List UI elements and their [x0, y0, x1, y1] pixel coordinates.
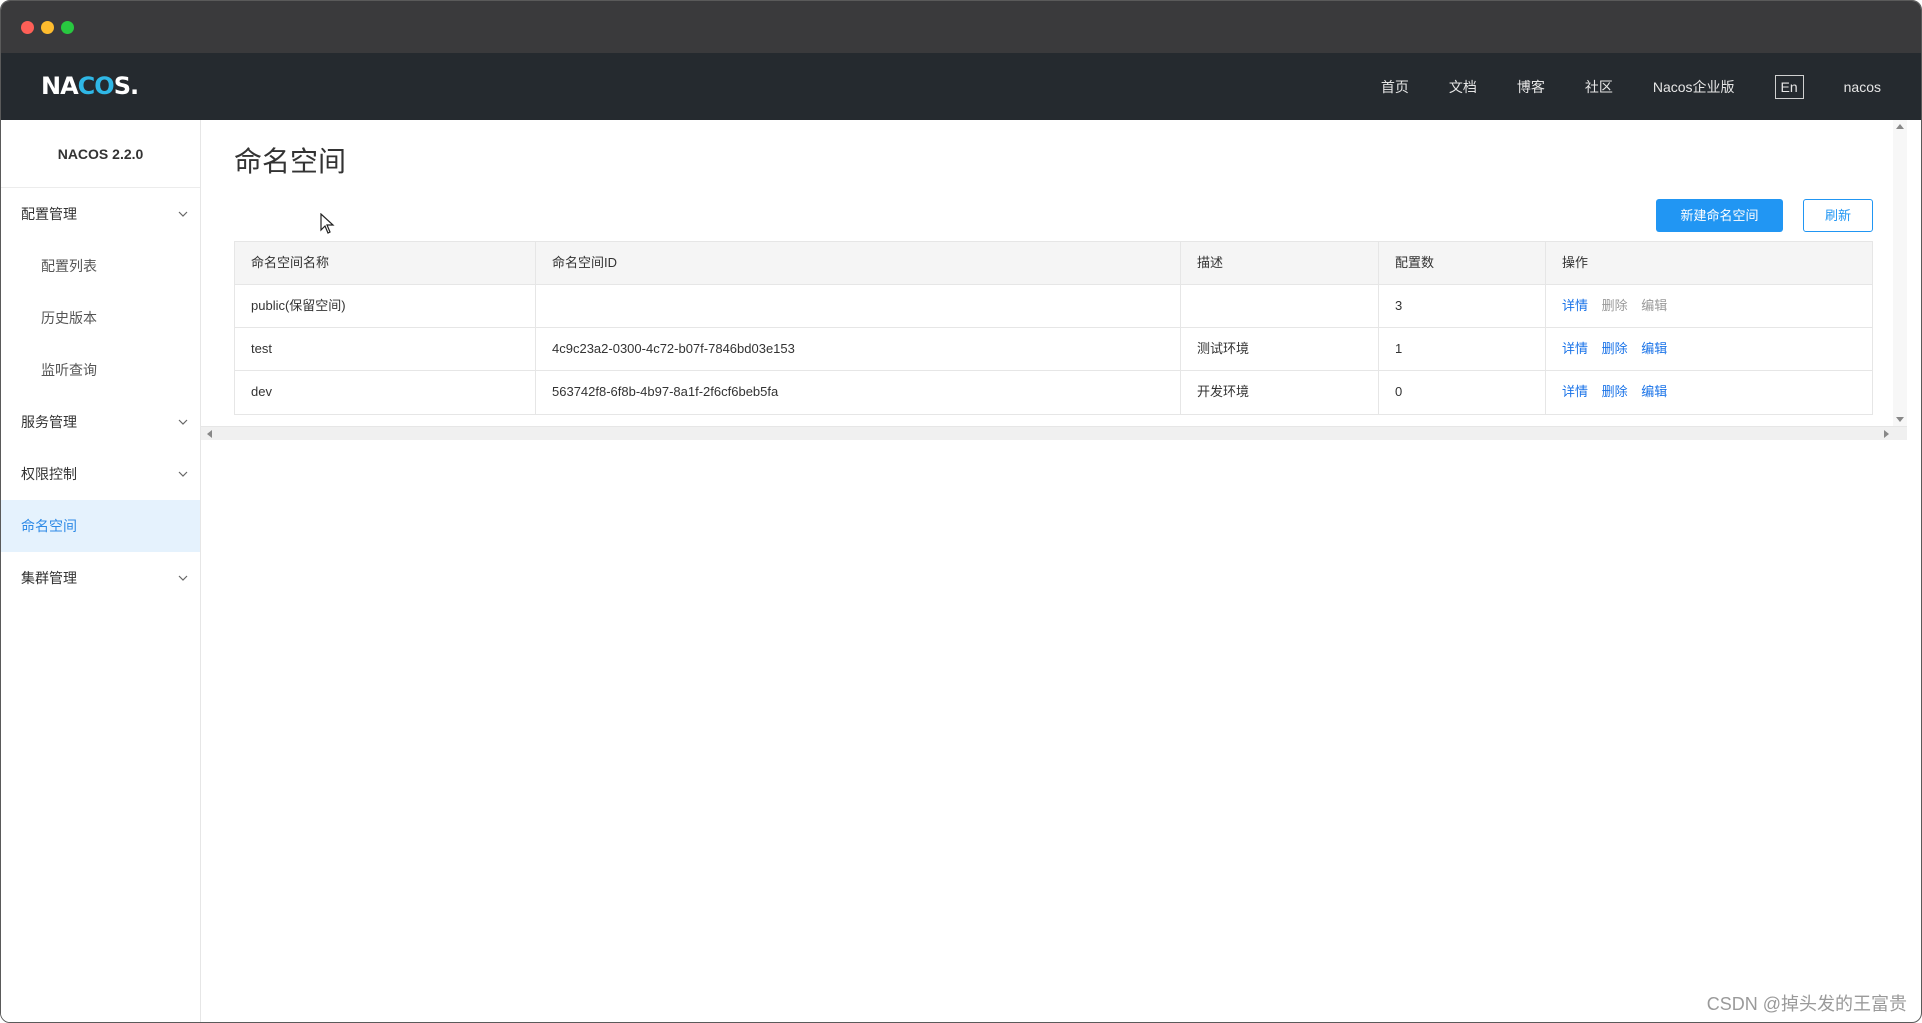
details-link[interactable]: 详情 [1562, 341, 1588, 356]
new-namespace-button[interactable]: 新建命名空间 [1656, 199, 1783, 232]
nav-link-community[interactable]: 社区 [1585, 77, 1613, 97]
column-header-name[interactable]: 命名空间名称 [235, 242, 536, 284]
actions-cell: 详情 删除 编辑 [1546, 328, 1872, 370]
logo-text: NACOS. [41, 72, 139, 100]
nacos-logo[interactable]: NACOS. [41, 71, 139, 101]
sidebar-item-cluster-management[interactable]: 集群管理 [1, 552, 200, 604]
sidebar-item-namespace[interactable]: 命名空间 [1, 500, 200, 552]
actions-cell: 详情 删除 编辑 [1546, 371, 1872, 414]
namespace-desc-cell: 开发环境 [1181, 371, 1379, 414]
sidebar: NACOS 2.2.0 配置管理 配置列表 历史版本 监听查询 服务管理 权限控… [1, 120, 201, 1022]
page-title: 命名空间 [234, 146, 347, 177]
namespace-id-cell: 563742f8-6f8b-4b97-8a1f-2f6cf6beb5fa [536, 371, 1181, 414]
minimize-window-button[interactable] [41, 21, 54, 34]
column-header-actions: 操作 [1562, 255, 1589, 270]
sidebar-item-label: 命名空间 [21, 518, 77, 534]
sidebar-item-label: 监听查询 [41, 362, 97, 378]
main-content: 命名空间 新建命名空间 刷新 命名空间名称 命名空间ID 描述 配置数 操作 p… [201, 120, 1907, 1022]
edit-link[interactable]: 编辑 [1641, 341, 1667, 356]
sidebar-item-service-management[interactable]: 服务管理 [1, 396, 200, 448]
nav-link-enterprise[interactable]: Nacos企业版 [1653, 77, 1735, 97]
namespace-id-cell: 4c9c23a2-0300-4c72-b07f-7846bd03e153 [536, 328, 1181, 370]
namespace-id-cell [536, 285, 1181, 327]
delete-link-disabled: 删除 [1601, 298, 1628, 313]
nav-link-blog[interactable]: 博客 [1517, 77, 1545, 97]
scroll-down-arrow-icon[interactable] [1896, 417, 1904, 422]
nav-link-docs[interactable]: 文档 [1449, 77, 1477, 97]
sidebar-item-label: 集群管理 [21, 570, 77, 586]
close-window-button[interactable] [21, 21, 34, 34]
scroll-up-arrow-icon[interactable] [1896, 124, 1904, 129]
title-bar [1, 1, 1921, 53]
sidebar-item-permission-control[interactable]: 权限控制 [1, 448, 200, 500]
sidebar-item-label: 配置列表 [41, 258, 97, 274]
maximize-window-button[interactable] [61, 21, 74, 34]
vertical-scrollbar[interactable] [1893, 120, 1907, 426]
config-count-cell: 3 [1379, 285, 1546, 327]
watermark: CSDN @掉头发的王富贵 [1706, 994, 1907, 1014]
sidebar-item-history[interactable]: 历史版本 [1, 292, 200, 344]
table-row: test 4c9c23a2-0300-4c72-b07f-7846bd03e15… [235, 328, 1872, 371]
details-link[interactable]: 详情 [1562, 384, 1588, 399]
config-count-cell: 0 [1379, 371, 1546, 414]
column-header-id[interactable]: 命名空间ID [536, 242, 1181, 284]
namespace-name-cell: public(保留空间) [235, 285, 536, 327]
chevron-down-icon [178, 575, 188, 581]
actions-cell: 详情 删除 编辑 [1546, 285, 1872, 327]
user-menu[interactable]: nacos [1844, 79, 1881, 95]
config-count-cell: 1 [1379, 328, 1546, 370]
table-header-row: 命名空间名称 命名空间ID 描述 配置数 操作 [235, 242, 1872, 285]
details-link[interactable]: 详情 [1562, 298, 1588, 313]
horizontal-scrollbar[interactable] [201, 426, 1907, 440]
scroll-left-arrow-icon[interactable] [207, 430, 212, 438]
sidebar-item-listener-query[interactable]: 监听查询 [1, 344, 200, 396]
namespace-desc-cell: 测试环境 [1181, 328, 1379, 370]
chevron-down-icon [178, 471, 188, 477]
language-toggle[interactable]: En [1774, 74, 1804, 99]
chevron-down-icon [178, 211, 188, 217]
namespace-table: 命名空间名称 命名空间ID 描述 配置数 操作 public(保留空间) 3 详… [234, 241, 1873, 415]
nav-link-home[interactable]: 首页 [1381, 77, 1409, 97]
namespace-name-cell: dev [235, 371, 536, 414]
sidebar-item-label: 服务管理 [21, 414, 77, 430]
refresh-button[interactable]: 刷新 [1803, 199, 1873, 232]
chevron-down-icon [178, 419, 188, 425]
delete-link[interactable]: 删除 [1602, 341, 1628, 356]
sidebar-item-label: 配置管理 [21, 206, 77, 222]
browser-window: NACOS. 首页 文档 博客 社区 Nacos企业版 En nacos NAC… [0, 0, 1922, 1023]
sidebar-item-label: 权限控制 [21, 466, 77, 482]
sidebar-version-title: NACOS 2.2.0 [1, 120, 200, 188]
mouse-cursor-icon [320, 213, 335, 234]
top-navigation: NACOS. 首页 文档 博客 社区 Nacos企业版 En nacos [1, 53, 1921, 120]
edit-link[interactable]: 编辑 [1641, 384, 1667, 399]
column-header-description[interactable]: 描述 [1181, 242, 1379, 284]
column-header-config-count[interactable]: 配置数 [1379, 242, 1546, 284]
sidebar-item-label: 历史版本 [41, 310, 97, 326]
nav-links: 首页 文档 博客 社区 Nacos企业版 En nacos [1341, 53, 1881, 120]
scroll-right-arrow-icon[interactable] [1884, 430, 1889, 438]
table-row: dev 563742f8-6f8b-4b97-8a1f-2f6cf6beb5fa… [235, 371, 1872, 414]
edit-link-disabled: 编辑 [1641, 298, 1668, 313]
delete-link[interactable]: 删除 [1602, 384, 1628, 399]
table-row: public(保留空间) 3 详情 删除 编辑 [235, 285, 1872, 328]
namespace-desc-cell [1181, 285, 1379, 327]
namespace-name-cell: test [235, 328, 536, 370]
sidebar-item-config-list[interactable]: 配置列表 [1, 240, 200, 292]
sidebar-item-config-management[interactable]: 配置管理 [1, 188, 200, 240]
